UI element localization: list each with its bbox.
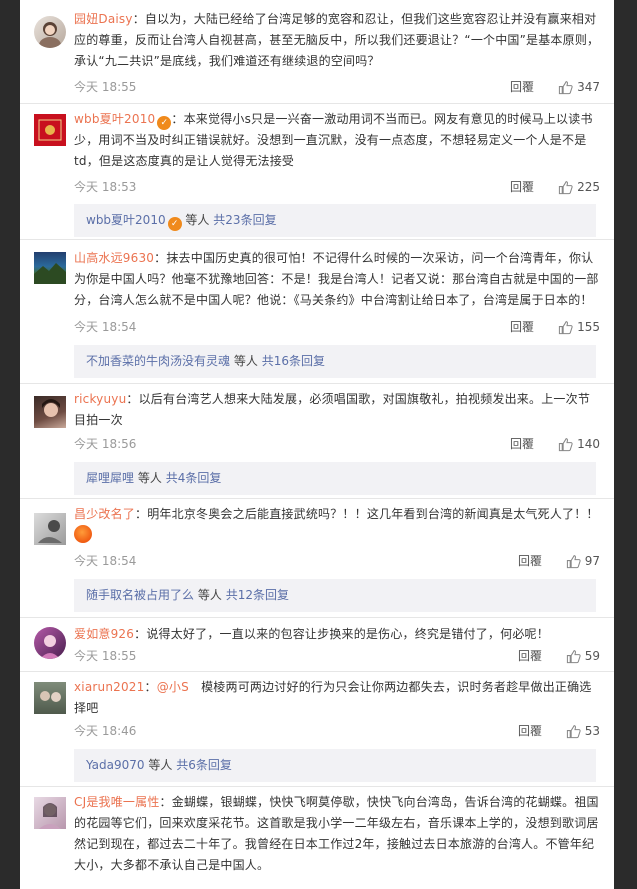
reply-button[interactable]: 回覆: [510, 77, 534, 97]
comment-text: 以后有台湾艺人想来大陆发展，必须唱国歌，对国旗敬礼，拍视频发出来。上一次节目拍一…: [74, 392, 591, 427]
username[interactable]: 爱如意926: [74, 627, 134, 641]
sub-reply-summary[interactable]: wbb夏叶2010 ✓ 等人 共23条回复: [74, 204, 596, 237]
avatar[interactable]: [34, 16, 66, 48]
sub-reply-summary[interactable]: 犀哩犀哩 等人 共4条回复: [74, 462, 596, 495]
comment-item: wbb夏叶2010 ✓ ：本来觉得小s只是一兴奋一激动用词不当而已。网友有意见的时候…: [20, 104, 614, 240]
reply-button[interactable]: 回覆: [518, 646, 542, 666]
sub-reply-count-link[interactable]: 共4条回复: [166, 471, 222, 485]
timestamp: 今天 18:46: [74, 724, 137, 738]
thumbs-up-icon: [558, 437, 573, 451]
timestamp: 今天 18:53: [74, 180, 137, 194]
like-count: 97: [584, 554, 600, 568]
user-avatar-icon: [40, 691, 61, 702]
user-avatar-icon: [34, 263, 66, 284]
comment-item: 爱如意926：说得太好了，一直以来的包容让步换来的是伤心，终究是错付了，何必呢！…: [20, 618, 614, 672]
username[interactable]: 园妞Daisy: [74, 12, 133, 26]
avatar[interactable]: [34, 252, 66, 284]
avatar[interactable]: [34, 627, 66, 659]
like-count: 53: [584, 724, 600, 738]
comment-item: 昌少改名了：明年北京冬奥会之后能直接武统吗？！！这几年看到台湾的新闻真是太气死人…: [20, 499, 614, 618]
timestamp: 今天 18:54: [74, 320, 137, 334]
sub-reply-user[interactable]: 犀哩犀哩: [86, 471, 134, 485]
like-button[interactable]: 59: [566, 646, 600, 666]
comment-text: 说得太好了，一直以来的包容让步换来的是伤心，终究是错付了，何必呢！: [146, 627, 549, 641]
comment-item: 山高水远9630：抹去中国历史真的很可怕！不记得什么时候的一次采访，问一个台湾青…: [20, 240, 614, 384]
reply-button[interactable]: 回覆: [510, 317, 534, 337]
like-button[interactable]: 155: [558, 317, 600, 337]
like-button[interactable]: 225: [558, 177, 600, 197]
comment-item: xiarun2021：@小S 模棱两可两边讨好的行为只会让你两边都失去，识时务者…: [20, 672, 614, 787]
reply-button[interactable]: 回覆: [518, 721, 542, 741]
timestamp: 今天 18:55: [74, 649, 137, 663]
comment-item: 园妞Daisy：自以为，大陆已经给了台湾足够的宽容和忍让，但我们这些宽容忍让并没…: [20, 0, 614, 104]
comment-text: 明年北京冬奥会之后能直接武统吗？！！这几年看到台湾的新闻真是太气死人了！！: [147, 507, 599, 521]
avatar[interactable]: [34, 513, 66, 545]
user-avatar-icon: [39, 22, 61, 48]
like-count: 140: [577, 437, 600, 451]
thumbs-up-icon: [566, 554, 581, 568]
reply-button[interactable]: 回覆: [510, 177, 534, 197]
user-avatar-icon: [38, 119, 62, 141]
thumbs-up-icon: [558, 80, 573, 94]
verified-badge-icon: ✓: [167, 217, 182, 231]
timestamp: 今天 18:54: [74, 554, 137, 568]
thumbs-up-icon: [566, 724, 581, 738]
reply-button[interactable]: 回覆: [510, 434, 534, 454]
like-button[interactable]: 140: [558, 434, 600, 454]
like-button[interactable]: 53: [566, 721, 600, 741]
username[interactable]: 山高水远9630: [74, 251, 154, 265]
like-count: 59: [584, 649, 600, 663]
user-avatar-icon: [39, 803, 61, 829]
username[interactable]: rickyuyu: [74, 392, 126, 406]
username[interactable]: xiarun2021: [74, 680, 144, 694]
comment-panel: 园妞Daisy：自以为，大陆已经给了台湾足够的宽容和忍让，但我们这些宽容忍让并没…: [20, 0, 614, 889]
like-count: 225: [577, 180, 600, 194]
thumbs-up-icon: [558, 320, 573, 334]
user-avatar-icon: [42, 399, 60, 417]
avatar[interactable]: [34, 797, 66, 829]
username[interactable]: wbb夏叶2010: [74, 112, 155, 126]
thumbs-up-icon: [566, 649, 581, 663]
thumbs-up-icon: [558, 180, 573, 194]
reply-button[interactable]: 回覆: [518, 551, 542, 571]
avatar[interactable]: [34, 114, 66, 146]
sub-reply-summary[interactable]: 随手取名被占用了么 等人 共12条回复: [74, 579, 596, 612]
sub-reply-count-link[interactable]: 共16条回复: [262, 354, 325, 368]
sub-reply-summary[interactable]: 不加香菜的牛肉汤没有灵魂 等人 共16条回复: [74, 345, 596, 378]
like-count: 347: [577, 80, 600, 94]
username[interactable]: CJ是我唯一属性: [74, 795, 160, 809]
like-button[interactable]: 97: [566, 551, 600, 571]
avatar[interactable]: [34, 682, 66, 714]
comment-item: CJ是我唯一属性：金蝴蝶，银蝴蝶，快快飞啊莫停歇，快快飞向台湾岛，告诉台湾的花蝴…: [20, 787, 614, 889]
sub-reply-count-link[interactable]: 共12条回复: [226, 588, 289, 602]
user-avatar-icon: [40, 635, 60, 659]
user-avatar-icon: [38, 520, 62, 543]
like-count: 155: [577, 320, 600, 334]
mention-link[interactable]: @小S: [157, 680, 189, 694]
sub-reply-user[interactable]: 随手取名被占用了么: [86, 588, 194, 602]
sub-reply-user[interactable]: Yada9070: [86, 758, 145, 772]
comment-text: 自以为，大陆已经给了台湾足够的宽容和忍让，但我们这些宽容忍让并没有赢来相对应的尊…: [74, 12, 600, 68]
sub-reply-user[interactable]: wbb夏叶2010: [86, 213, 166, 227]
comment-item: rickyuyu：以后有台湾艺人想来大陆发展，必须唱国歌，对国旗敬礼，拍视频发出…: [20, 384, 614, 499]
timestamp: 今天 18:56: [74, 437, 137, 451]
sub-reply-summary[interactable]: Yada9070 等人 共6条回复: [74, 749, 596, 782]
avatar[interactable]: [34, 396, 66, 428]
username[interactable]: 昌少改名了: [74, 507, 135, 521]
like-button[interactable]: 347: [558, 77, 600, 97]
angry-emoji-icon: [74, 525, 92, 543]
timestamp: 今天 18:55: [74, 80, 137, 94]
sub-reply-user[interactable]: 不加香菜的牛肉汤没有灵魂: [86, 354, 230, 368]
sub-reply-count-link[interactable]: 共6条回复: [176, 758, 232, 772]
verified-badge-icon: ✓: [157, 116, 172, 130]
sub-reply-count-link[interactable]: 共23条回复: [213, 213, 276, 227]
